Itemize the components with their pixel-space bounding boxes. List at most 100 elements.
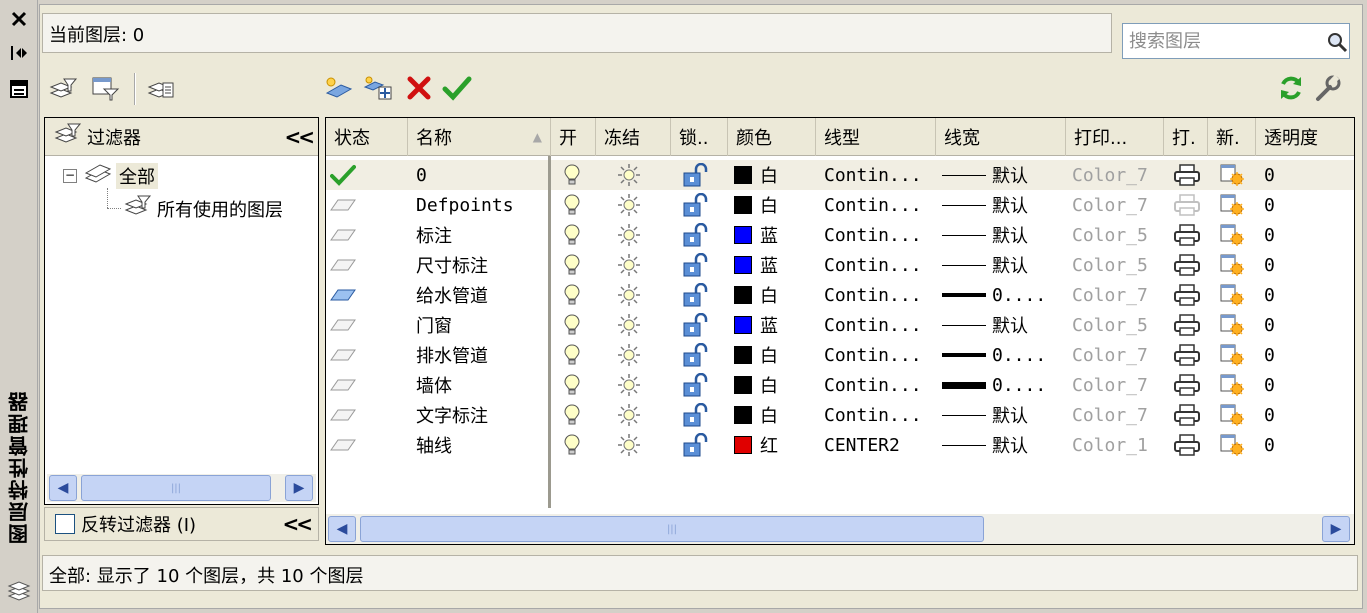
layer-color[interactable]: 白 bbox=[734, 370, 814, 400]
layer-status-icon[interactable] bbox=[330, 430, 390, 460]
tree-node-used-layers[interactable]: 所有使用的图层 bbox=[123, 194, 283, 223]
invert-filter-box[interactable] bbox=[55, 514, 75, 534]
lightbulb-icon[interactable] bbox=[564, 370, 586, 400]
frozen-column-divider[interactable] bbox=[548, 156, 551, 508]
layer-lineweight[interactable]: 默认 bbox=[942, 430, 1062, 460]
new-property-filter-icon[interactable] bbox=[46, 71, 80, 105]
sun-icon[interactable] bbox=[616, 400, 646, 430]
layer-name[interactable]: 轴线 bbox=[416, 430, 556, 460]
lightbulb-icon[interactable] bbox=[564, 250, 586, 280]
layer-linetype[interactable]: Contin... bbox=[824, 400, 934, 430]
layer-status-icon[interactable] bbox=[330, 370, 390, 400]
layer-color[interactable]: 白 bbox=[734, 160, 814, 190]
layer-linetype[interactable]: CENTER2 bbox=[824, 430, 934, 460]
layer-linetype[interactable]: Contin... bbox=[824, 160, 934, 190]
layer-lineweight[interactable]: 0.... bbox=[942, 340, 1062, 370]
new-vp-freeze-icon[interactable] bbox=[1218, 280, 1252, 310]
layer-stack-icon[interactable] bbox=[6, 578, 32, 604]
layer-name[interactable]: 给水管道 bbox=[416, 280, 556, 310]
table-row[interactable]: 墙体 白 Contin... 0.... Color_7 0 bbox=[326, 370, 1354, 400]
printer-icon[interactable] bbox=[1172, 370, 1206, 400]
column-header[interactable]: 名称 ▲ bbox=[408, 118, 551, 156]
layer-lineweight[interactable]: 默认 bbox=[942, 190, 1062, 220]
layer-transparency[interactable]: 0 bbox=[1264, 430, 1324, 460]
column-header[interactable]: 打印... bbox=[1066, 118, 1164, 156]
layer-state-manager-icon[interactable] bbox=[144, 71, 178, 105]
layer-lineweight[interactable]: 默认 bbox=[942, 160, 1062, 190]
layer-grid-scrollbar[interactable]: ◀ ||| ▶ bbox=[326, 514, 1354, 544]
invert-filter-checkbox[interactable]: 反转过滤器 (I) << bbox=[44, 507, 319, 541]
layer-status-icon[interactable] bbox=[330, 340, 390, 370]
layer-color[interactable]: 红 bbox=[734, 430, 814, 460]
layer-name[interactable]: 尺寸标注 bbox=[416, 250, 556, 280]
unlock-icon[interactable] bbox=[681, 430, 715, 460]
new-vp-freeze-icon[interactable] bbox=[1218, 190, 1252, 220]
collapse-filter-icon[interactable]: << bbox=[284, 125, 314, 149]
layer-name[interactable]: 文字标注 bbox=[416, 400, 556, 430]
layer-lineweight[interactable]: 默认 bbox=[942, 220, 1062, 250]
scroll-right-icon[interactable]: ▶ bbox=[285, 475, 313, 501]
new-vp-freeze-icon[interactable] bbox=[1218, 310, 1252, 340]
table-row[interactable]: 尺寸标注 蓝 Contin... 默认 Color_5 0 bbox=[326, 250, 1354, 280]
table-row[interactable]: 0 白 Contin... 默认 Color_7 0 bbox=[326, 160, 1354, 190]
new-vp-freeze-icon[interactable] bbox=[1218, 430, 1252, 460]
scroll-left-icon[interactable]: ◀ bbox=[328, 516, 356, 542]
printer-icon[interactable] bbox=[1172, 280, 1206, 310]
sun-icon[interactable] bbox=[616, 370, 646, 400]
tree-collapse-icon[interactable]: − bbox=[63, 168, 77, 183]
lightbulb-icon[interactable] bbox=[564, 190, 586, 220]
column-header[interactable]: 颜色 bbox=[728, 118, 816, 156]
set-current-icon[interactable] bbox=[440, 71, 474, 105]
lightbulb-icon[interactable] bbox=[564, 160, 586, 190]
unlock-icon[interactable] bbox=[681, 190, 715, 220]
layer-name[interactable]: 0 bbox=[416, 160, 556, 190]
new-vp-freeze-icon[interactable] bbox=[1218, 370, 1252, 400]
layer-name[interactable]: 标注 bbox=[416, 220, 556, 250]
new-layer-vp-frozen-icon[interactable] bbox=[362, 71, 396, 105]
layer-transparency[interactable]: 0 bbox=[1264, 160, 1324, 190]
layer-lineweight[interactable]: 默认 bbox=[942, 250, 1062, 280]
layer-color[interactable]: 蓝 bbox=[734, 310, 814, 340]
layer-transparency[interactable]: 0 bbox=[1264, 340, 1324, 370]
layer-transparency[interactable]: 0 bbox=[1264, 280, 1324, 310]
lightbulb-icon[interactable] bbox=[564, 400, 586, 430]
layer-status-icon[interactable] bbox=[330, 400, 390, 430]
layer-name[interactable]: Defpoints bbox=[416, 190, 556, 220]
layer-transparency[interactable]: 0 bbox=[1264, 190, 1324, 220]
column-header[interactable]: 冻结 bbox=[596, 118, 671, 156]
table-row[interactable]: 门窗 蓝 Contin... 默认 Color_5 0 bbox=[326, 310, 1354, 340]
scroll-thumb[interactable]: ||| bbox=[360, 516, 984, 542]
layer-lineweight[interactable]: 默认 bbox=[942, 310, 1062, 340]
auto-hide-icon[interactable] bbox=[6, 40, 32, 66]
layer-linetype[interactable]: Contin... bbox=[824, 370, 934, 400]
filter-tree-scrollbar[interactable]: ◀ ||| ▶ bbox=[47, 474, 316, 502]
new-vp-freeze-icon[interactable] bbox=[1218, 220, 1252, 250]
scroll-left-icon[interactable]: ◀ bbox=[49, 475, 77, 501]
unlock-icon[interactable] bbox=[681, 250, 715, 280]
printer-icon[interactable] bbox=[1172, 310, 1206, 340]
printer-icon[interactable] bbox=[1172, 430, 1206, 460]
column-header[interactable]: 线宽 bbox=[936, 118, 1066, 156]
column-header[interactable]: 透明度 bbox=[1256, 118, 1354, 156]
table-row[interactable]: 轴线 红 CENTER2 默认 Color_1 0 bbox=[326, 430, 1354, 460]
layer-linetype[interactable]: Contin... bbox=[824, 220, 934, 250]
unlock-icon[interactable] bbox=[681, 340, 715, 370]
layer-linetype[interactable]: Contin... bbox=[824, 190, 934, 220]
sun-icon[interactable] bbox=[616, 340, 646, 370]
new-vp-freeze-icon[interactable] bbox=[1218, 400, 1252, 430]
layer-linetype[interactable]: Contin... bbox=[824, 340, 934, 370]
lightbulb-icon[interactable] bbox=[564, 430, 586, 460]
layer-linetype[interactable]: Contin... bbox=[824, 250, 934, 280]
layer-color[interactable]: 蓝 bbox=[734, 250, 814, 280]
layer-lineweight[interactable]: 0.... bbox=[942, 280, 1062, 310]
layer-color[interactable]: 白 bbox=[734, 190, 814, 220]
layer-status-icon[interactable] bbox=[330, 250, 390, 280]
table-row[interactable]: 给水管道 白 Contin... 0.... Color_7 0 bbox=[326, 280, 1354, 310]
new-vp-freeze-icon[interactable] bbox=[1218, 340, 1252, 370]
table-row[interactable]: 标注 蓝 Contin... 默认 Color_5 0 bbox=[326, 220, 1354, 250]
layer-lineweight[interactable]: 0.... bbox=[942, 370, 1062, 400]
layer-color[interactable]: 白 bbox=[734, 400, 814, 430]
printer-icon[interactable] bbox=[1172, 220, 1206, 250]
sun-icon[interactable] bbox=[616, 160, 646, 190]
scroll-right-icon[interactable]: ▶ bbox=[1322, 516, 1350, 542]
